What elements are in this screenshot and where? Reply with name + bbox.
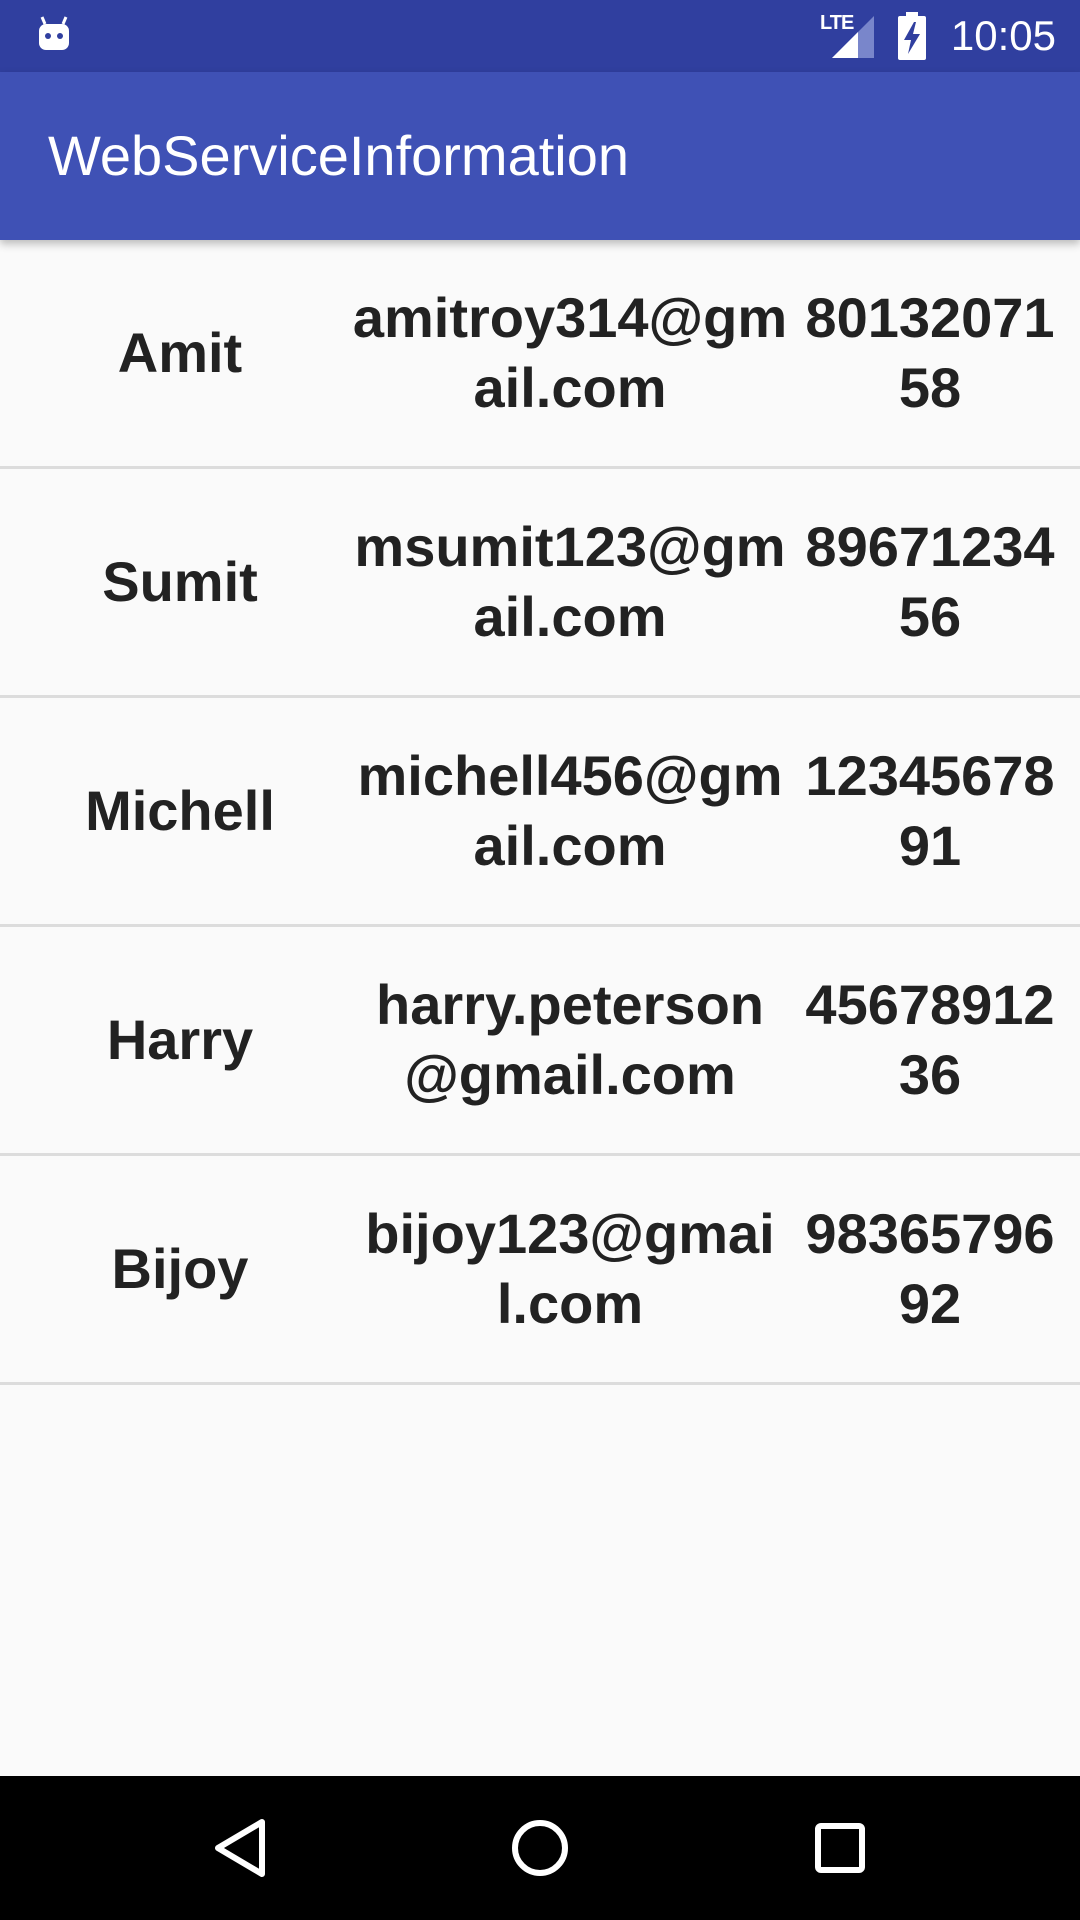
contact-email: amitroy314@gmail.com	[352, 286, 788, 419]
contact-list: Amit amitroy314@gmail.com 8013207158 Sum…	[0, 240, 1080, 1385]
list-item[interactable]: Bijoy bijoy123@gmail.com 9836579692	[0, 1156, 1080, 1385]
contact-name: Bijoy	[111, 1237, 249, 1300]
screen: LTE 10:05 WebServiceInformation Amit ami…	[0, 0, 1080, 1920]
contact-email: msumit123@gmail.com	[354, 515, 786, 648]
contact-email: harry.peterson@gmail.com	[376, 973, 764, 1106]
contact-name: Sumit	[102, 550, 258, 613]
app-bar: WebServiceInformation	[0, 72, 1080, 240]
contact-phone: 1234567891	[805, 744, 1055, 877]
contact-email: michell456@gmail.com	[357, 744, 783, 877]
contact-phone: 8967123456	[805, 515, 1055, 648]
contact-name: Harry	[106, 1008, 254, 1071]
android-debug-icon	[39, 16, 69, 50]
back-icon[interactable]	[204, 1812, 276, 1884]
contact-phone: 8013207158	[805, 286, 1055, 419]
network-type-label: LTE	[820, 12, 854, 34]
battery-charging-icon	[898, 12, 926, 60]
status-clock: 10:05	[950, 12, 1056, 59]
app-title: WebServiceInformation	[48, 124, 629, 187]
list-item[interactable]: Amit amitroy314@gmail.com 8013207158	[0, 240, 1080, 469]
list-item[interactable]: Michell michell456@gmail.com 1234567891	[0, 698, 1080, 927]
contact-name: Amit	[117, 321, 243, 384]
list-item[interactable]: Harry harry.peterson@gmail.com 456789123…	[0, 927, 1080, 1156]
contact-phone: 9836579692	[805, 1202, 1055, 1335]
contact-name: Michell	[85, 779, 275, 842]
navigation-bar	[0, 1776, 1080, 1920]
recents-icon[interactable]	[804, 1812, 876, 1884]
status-bar: LTE 10:05	[0, 0, 1080, 72]
contact-phone: 4567891236	[805, 973, 1055, 1106]
home-icon[interactable]	[504, 1812, 576, 1884]
list-item[interactable]: Sumit msumit123@gmail.com 8967123456	[0, 469, 1080, 698]
contact-email: bijoy123@gmail.com	[365, 1202, 775, 1335]
